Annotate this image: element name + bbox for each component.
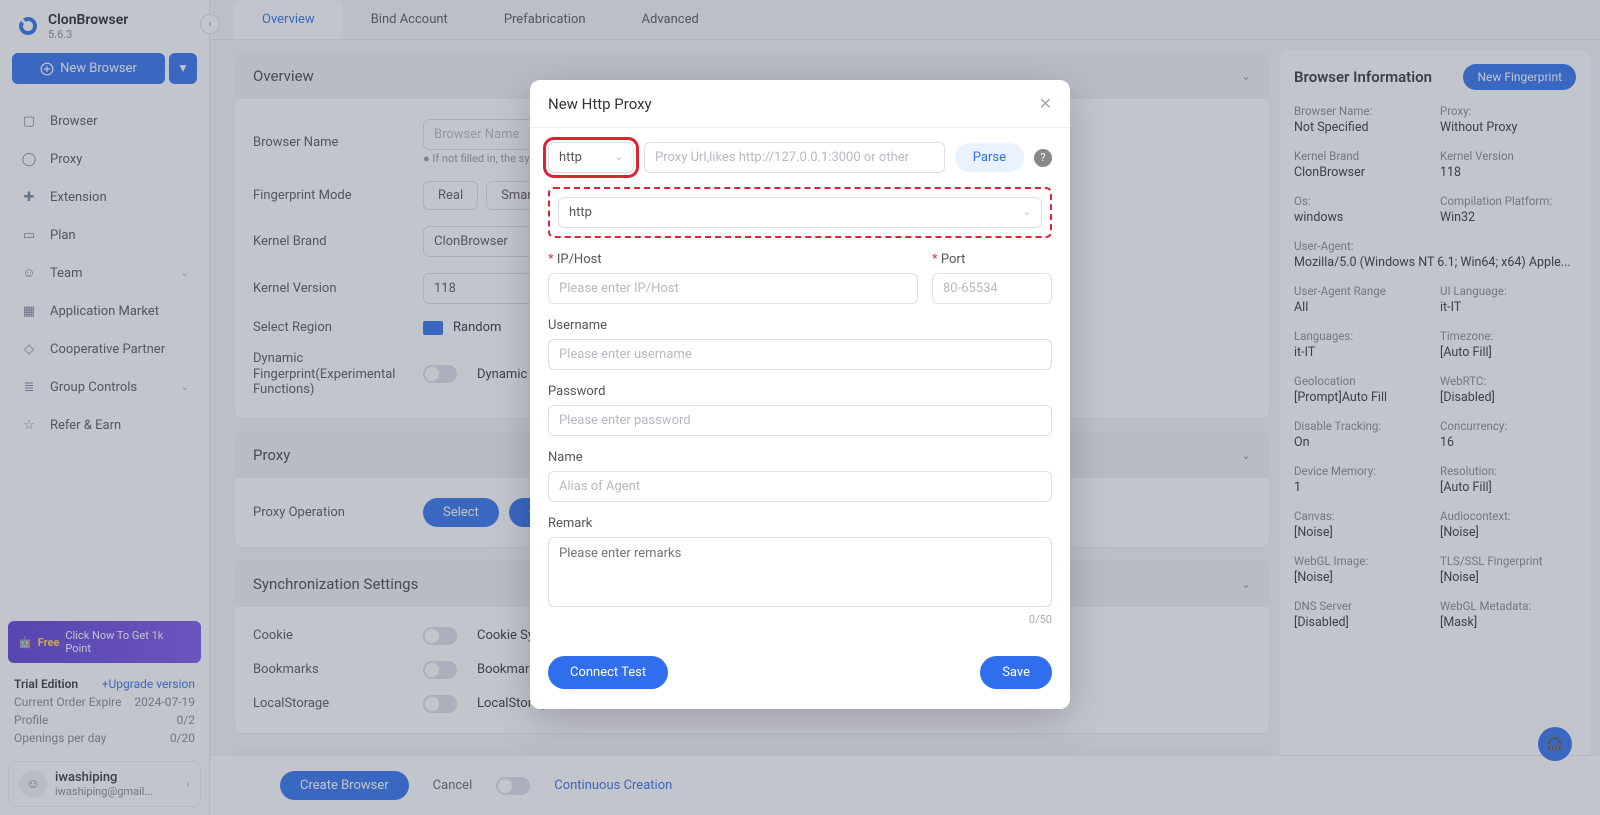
proxy-name-input[interactable] — [548, 471, 1052, 502]
modal-close-button[interactable]: ✕ — [1039, 94, 1052, 113]
parse-button[interactable]: Parse — [955, 143, 1024, 172]
ip-host-input[interactable] — [548, 273, 918, 304]
chevron-down-icon: ⌄ — [1023, 207, 1031, 218]
ip-host-label: IP/Host — [548, 252, 918, 267]
port-input[interactable] — [932, 273, 1052, 304]
protocol-select[interactable]: http ⌄ — [558, 197, 1042, 228]
port-label: Port — [932, 252, 1052, 267]
username-label: Username — [548, 318, 1052, 333]
help-icon[interactable]: ? — [1034, 149, 1052, 167]
connect-test-button[interactable]: Connect Test — [548, 656, 668, 689]
password-label: Password — [548, 384, 1052, 399]
remark-char-count: 0/50 — [548, 613, 1052, 626]
modal-title: New Http Proxy — [548, 95, 652, 113]
close-icon: ✕ — [1039, 94, 1052, 113]
save-button[interactable]: Save — [980, 656, 1052, 689]
proxy-name-label: Name — [548, 450, 1052, 465]
password-input[interactable] — [548, 405, 1052, 436]
remark-textarea[interactable] — [548, 537, 1052, 607]
protocol-top-select[interactable]: http ⌄ — [548, 142, 634, 173]
protocol-top-value: http — [559, 150, 582, 165]
protocol-select-value: http — [569, 205, 592, 220]
proxy-url-input[interactable] — [644, 142, 945, 173]
remark-label: Remark — [548, 516, 1052, 531]
new-proxy-modal: New Http Proxy ✕ http ⌄ Parse ? http ⌄ IP/… — [530, 80, 1070, 709]
username-input[interactable] — [548, 339, 1052, 370]
chevron-down-icon: ⌄ — [615, 152, 623, 163]
